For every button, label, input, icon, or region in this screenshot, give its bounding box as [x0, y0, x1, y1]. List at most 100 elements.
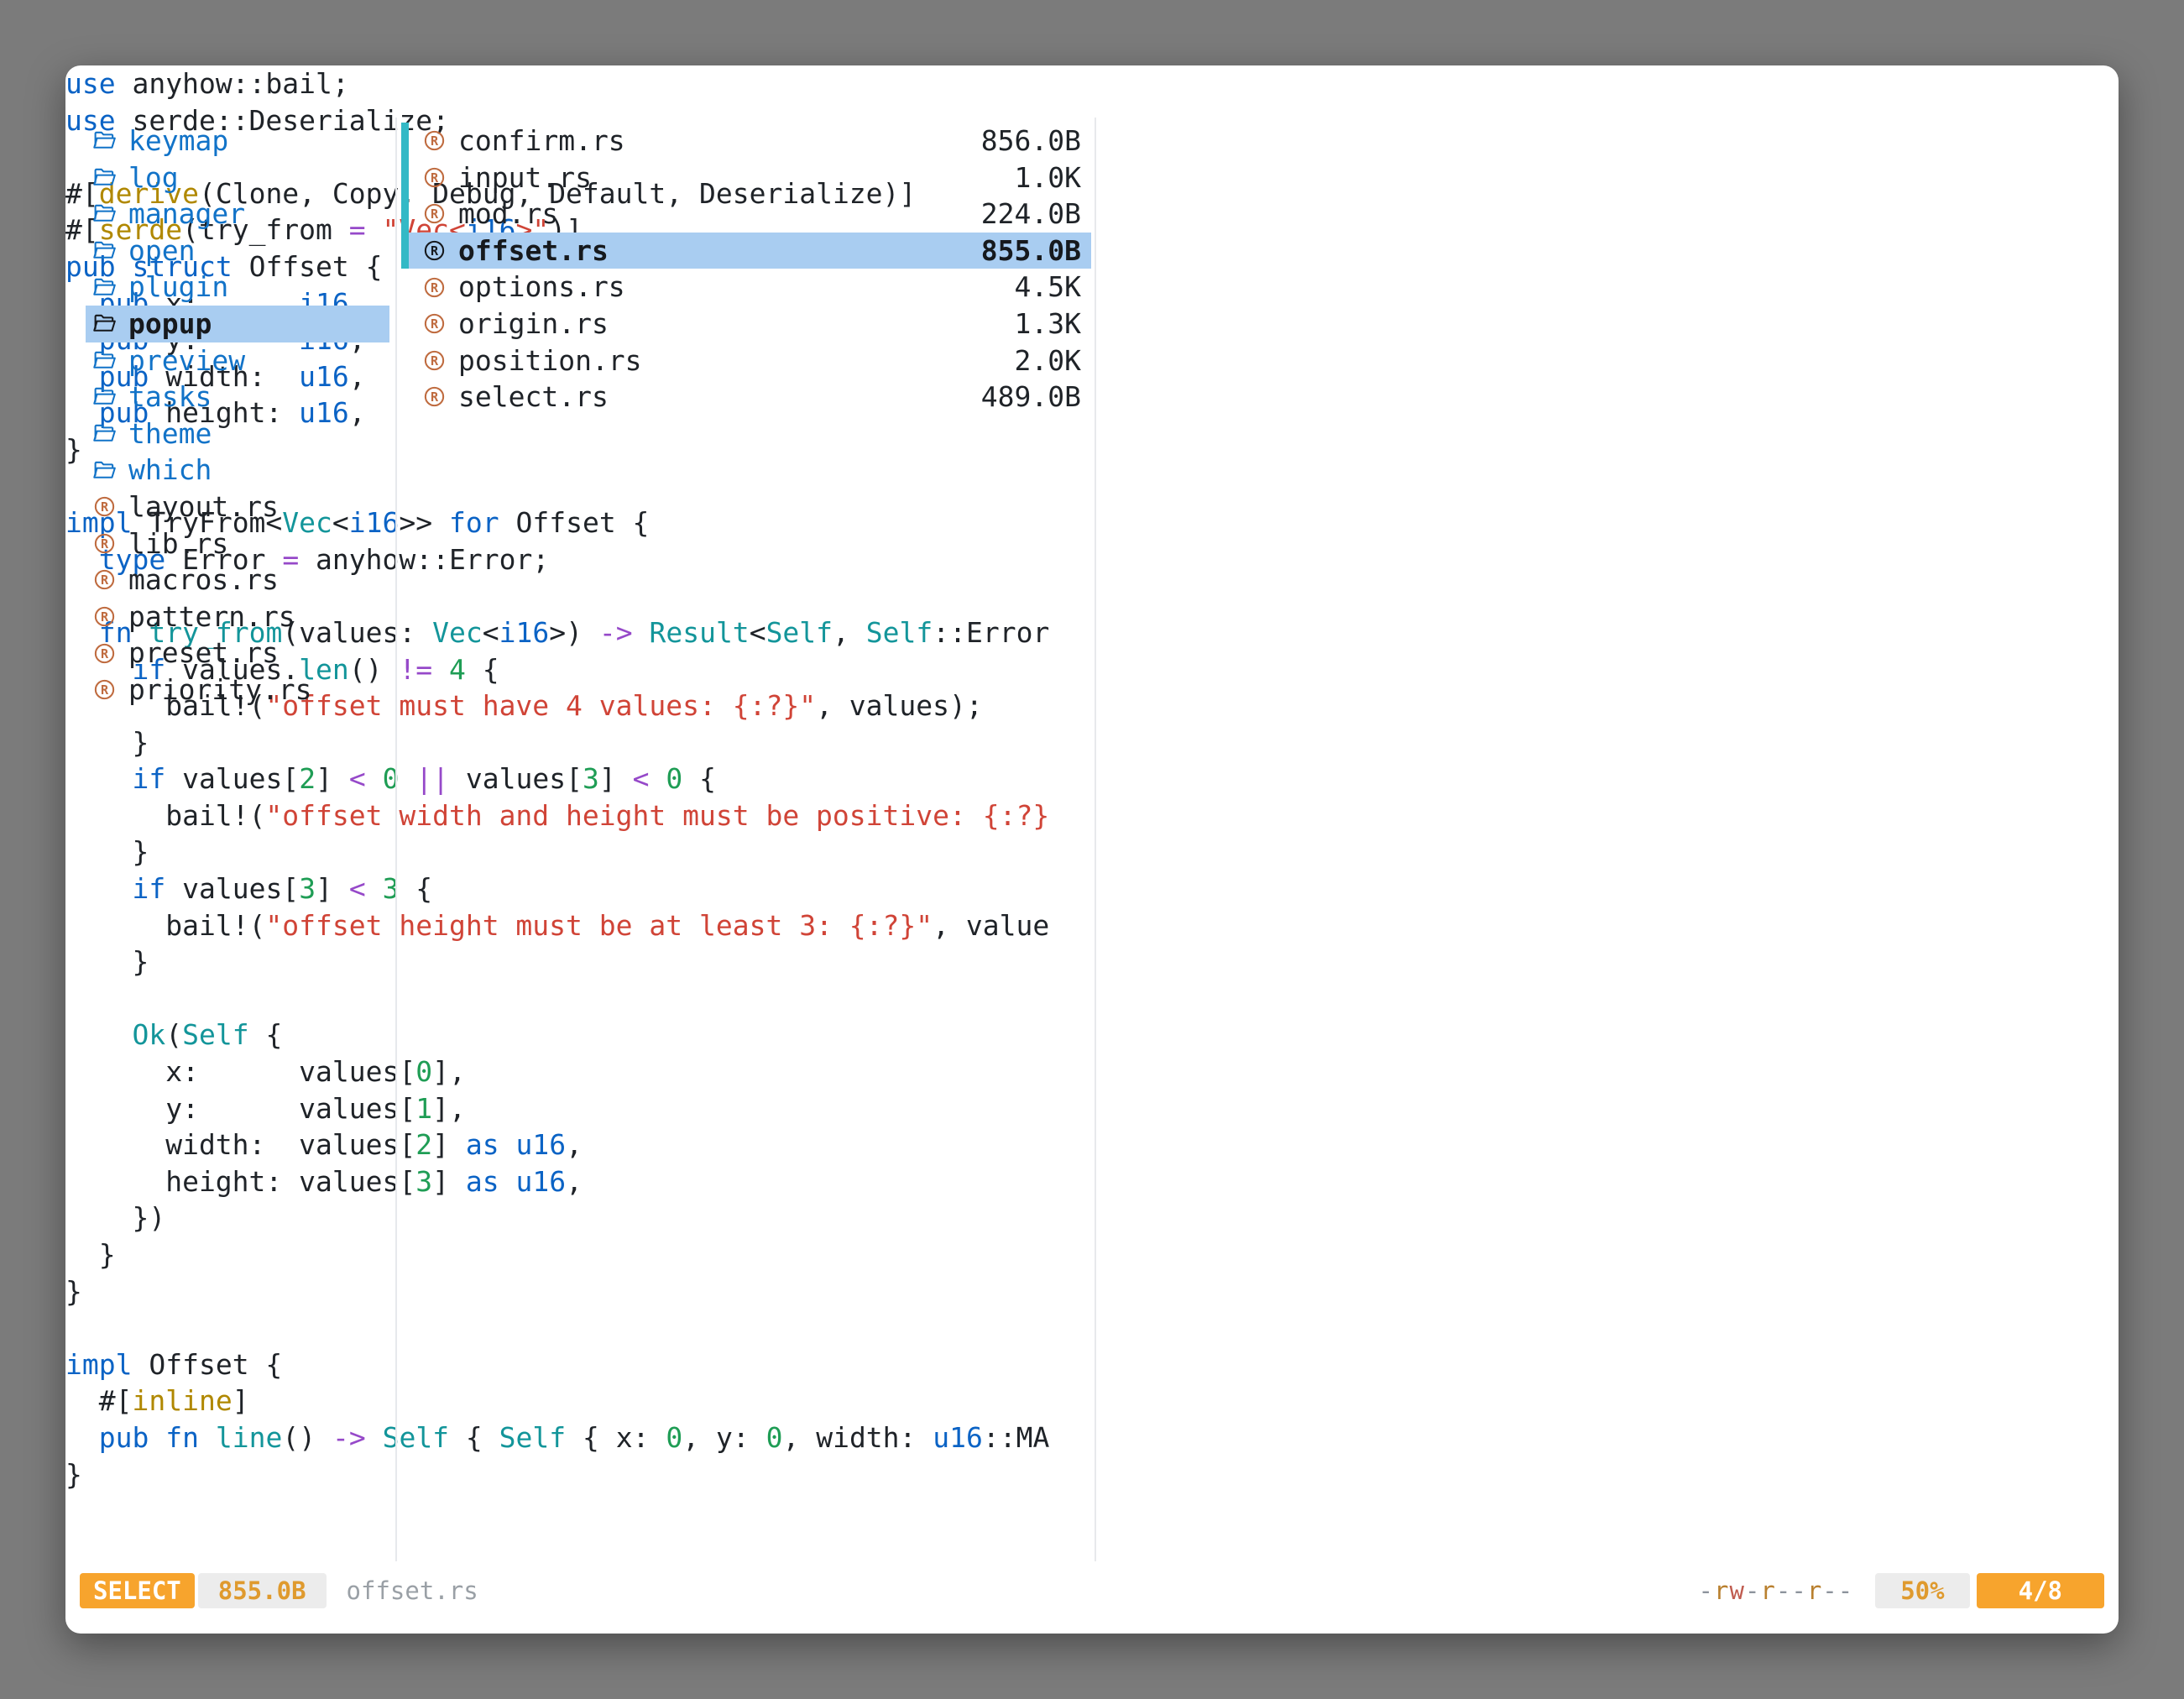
item-label: macros.rs	[128, 562, 279, 599]
folder-icon	[92, 273, 123, 301]
folder-icon	[92, 127, 123, 155]
item-label: manager	[128, 196, 245, 233]
marked-indicator	[401, 159, 409, 196]
sidebar-item-popup[interactable]: popup	[86, 306, 389, 342]
code-line: if values[3] < 3 {	[65, 870, 1058, 907]
file-size: 489.0B	[981, 379, 1081, 416]
item-label: preview	[128, 342, 245, 379]
svg-text:R: R	[101, 536, 109, 552]
sidebar-item-macros-rs[interactable]: Rmacros.rs	[86, 562, 389, 599]
rust-file-icon: R	[422, 127, 452, 155]
svg-text:R: R	[431, 316, 439, 332]
file-name: mod.rs	[458, 196, 558, 233]
file-row-offset-rs[interactable]: Roffset.rs855.0B	[401, 233, 1091, 269]
cursor-position-badge: 4/8	[1977, 1573, 2104, 1608]
code-line: }	[65, 724, 1058, 761]
code-line: }	[65, 944, 1058, 980]
svg-text:R: R	[431, 390, 439, 405]
file-size: 4.5K	[1015, 269, 1081, 306]
file-size: 1.0K	[1015, 159, 1081, 196]
code-line: }	[65, 834, 1058, 870]
code-line: if values[2] < 0 || values[3] < 0 {	[65, 761, 1058, 797]
file-name: origin.rs	[458, 306, 609, 342]
marked-indicator	[401, 233, 409, 269]
rust-file-icon: R	[92, 529, 123, 557]
panel-divider-right	[1095, 118, 1096, 1561]
svg-text:R: R	[431, 133, 439, 149]
sidebar-item-preview[interactable]: preview	[86, 342, 389, 379]
folder-icon	[92, 383, 123, 411]
file-size-badge: 855.0B	[198, 1573, 327, 1608]
rust-file-icon: R	[92, 566, 123, 594]
rust-file-icon: R	[422, 383, 452, 411]
sidebar-item-which[interactable]: which	[86, 452, 389, 489]
rust-file-icon: R	[92, 603, 123, 631]
code-line: impl Offset {	[65, 1346, 1058, 1383]
item-label: log	[128, 159, 179, 196]
sidebar-item-open[interactable]: open	[86, 233, 389, 269]
rust-file-icon: R	[422, 310, 452, 338]
code-line: use anyhow::bail;	[65, 65, 1058, 102]
folder-icon	[92, 346, 123, 374]
item-label: plugin	[128, 269, 228, 306]
code-line: bail!("offset width and height must be p…	[65, 797, 1058, 834]
svg-text:R: R	[101, 609, 109, 625]
folder-icon	[92, 456, 123, 484]
sidebar-item-tasks[interactable]: tasks	[86, 379, 389, 416]
sidebar-item-manager[interactable]: manager	[86, 196, 389, 233]
file-name: input.rs	[458, 159, 592, 196]
svg-text:R: R	[431, 280, 439, 295]
code-line: bail!("offset height must be at least 3:…	[65, 907, 1058, 944]
item-label: keymap	[128, 123, 228, 159]
svg-text:R: R	[101, 646, 109, 661]
file-row-select-rs[interactable]: Rselect.rs 489.0B	[401, 379, 1091, 416]
sidebar-item-theme[interactable]: theme	[86, 416, 389, 452]
item-label: open	[128, 233, 195, 269]
sidebar-item-lib-rs[interactable]: Rlib.rs	[86, 525, 389, 562]
code-line: Ok(Self {	[65, 1017, 1058, 1053]
sidebar-item-keymap[interactable]: keymap	[86, 123, 389, 159]
code-line: pub fn line() -> Self { Self { x: 0, y: …	[65, 1419, 1058, 1456]
sidebar-item-priority-rs[interactable]: Rpriority.rs	[86, 672, 389, 708]
file-row-input-rs[interactable]: Rinput.rs 1.0K	[401, 159, 1091, 196]
file-name: position.rs	[458, 342, 642, 379]
file-name: select.rs	[458, 379, 609, 416]
code-line: })	[65, 1200, 1058, 1236]
status-filename: offset.rs	[347, 1576, 478, 1605]
file-row-options-rs[interactable]: Roptions.rs4.5K	[401, 269, 1091, 306]
folder-icon	[92, 163, 123, 191]
item-label: which	[128, 452, 212, 489]
sidebar-item-preset-rs[interactable]: Rpreset.rs	[86, 635, 389, 672]
svg-text:R: R	[101, 572, 109, 588]
code-line	[65, 980, 1058, 1017]
file-manager-window: keymaplogmanageropenpluginpopuppreviewta…	[65, 65, 2119, 1634]
sidebar-item-log[interactable]: log	[86, 159, 389, 196]
item-label: popup	[128, 306, 212, 342]
folder-icon	[92, 200, 123, 228]
file-row-origin-rs[interactable]: Rorigin.rs1.3K	[401, 306, 1091, 342]
file-row-confirm-rs[interactable]: Rconfirm.rs856.0B	[401, 123, 1091, 159]
item-label: tasks	[128, 379, 212, 416]
file-row-position-rs[interactable]: Rposition.rs2.0K	[401, 342, 1091, 379]
rust-file-icon: R	[422, 273, 452, 301]
scroll-percent-badge: 50%	[1875, 1573, 1969, 1608]
sidebar-item-pattern-rs[interactable]: Rpattern.rs	[86, 599, 389, 635]
code-line: height: values[3] as u16,	[65, 1163, 1058, 1200]
rust-file-icon: R	[422, 163, 452, 191]
panel-divider-left	[395, 118, 397, 1561]
file-name: confirm.rs	[458, 123, 625, 159]
sidebar-item-plugin[interactable]: plugin	[86, 269, 389, 306]
rust-file-icon: R	[92, 639, 123, 667]
item-label: preset.rs	[128, 635, 279, 672]
file-name: offset.rs	[458, 233, 609, 269]
status-bar: SELECT 855.0B offset.rs -rw-r--r-- 50% 4…	[80, 1573, 2104, 1608]
svg-text:R: R	[101, 682, 109, 698]
sidebar-item-layout-rs[interactable]: Rlayout.rs	[86, 489, 389, 525]
file-row-mod-rs[interactable]: Rmod.rs224.0B	[401, 196, 1091, 233]
code-line: }	[65, 1456, 1058, 1493]
rust-file-icon: R	[92, 676, 123, 704]
code-line	[65, 1310, 1058, 1346]
code-line: width: values[2] as u16,	[65, 1127, 1058, 1163]
marked-indicator	[401, 123, 409, 159]
folder-icon	[92, 237, 123, 265]
